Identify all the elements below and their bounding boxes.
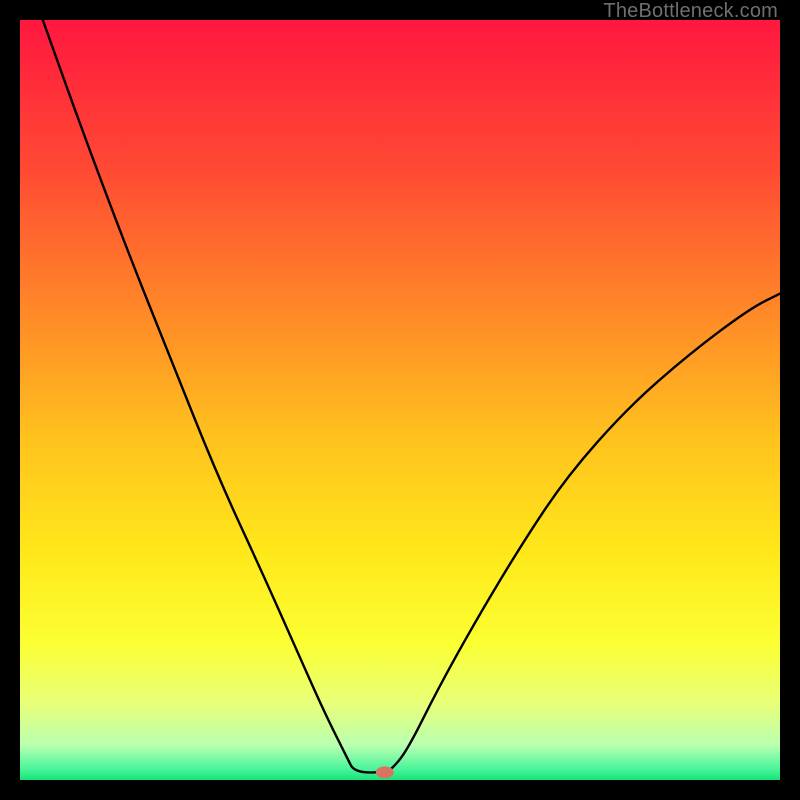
gradient-background [20, 20, 780, 780]
chart-frame [20, 20, 780, 780]
bottleneck-chart [20, 20, 780, 780]
watermark-label: TheBottleneck.com [603, 0, 778, 23]
optimum-marker [376, 766, 394, 778]
